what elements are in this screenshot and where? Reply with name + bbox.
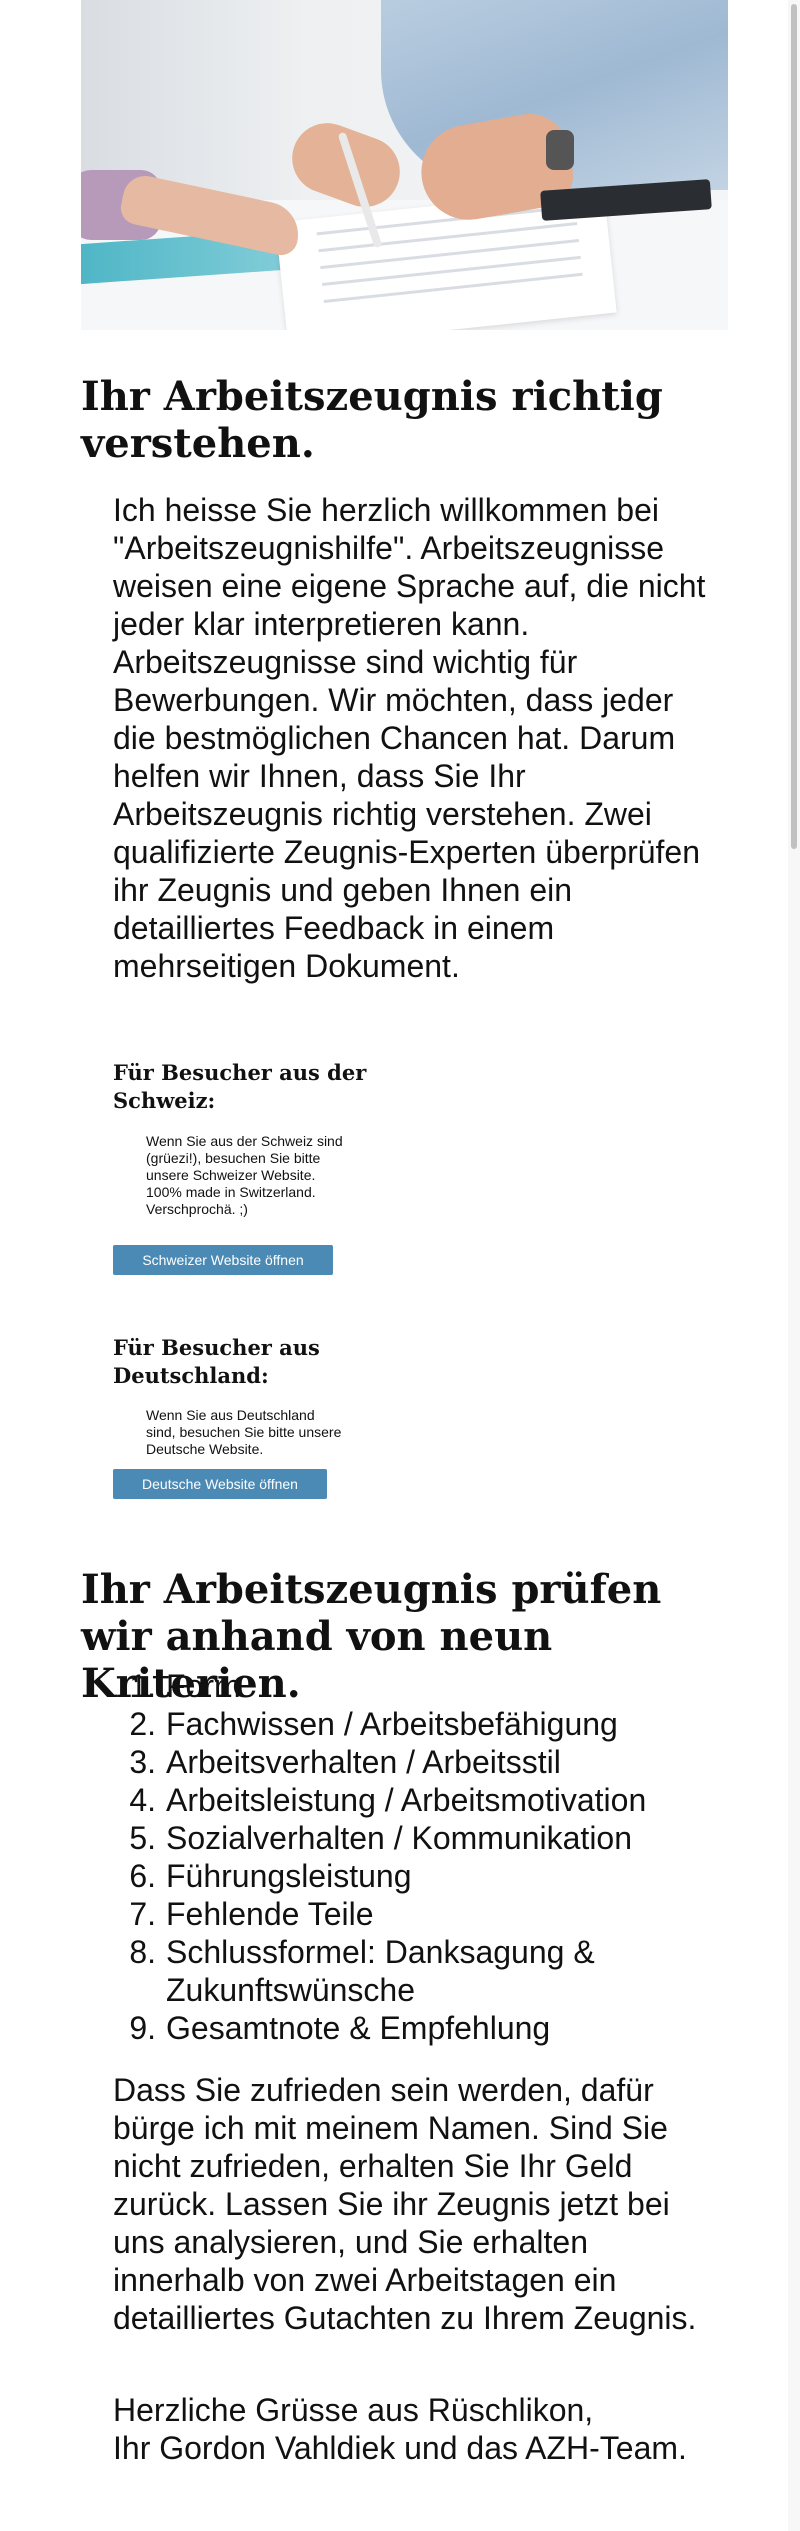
- criteria-item: 5. Sozialverhalten / Kommunikation: [113, 1819, 673, 1857]
- criteria-label: Form: [166, 1668, 241, 1704]
- switzerland-heading: Für Besucher aus der Schweiz:: [113, 1060, 367, 1113]
- germany-heading: Für Besucher aus Deutschland:: [113, 1335, 320, 1388]
- criteria-item: 6. Führungsleistung: [113, 1857, 673, 1895]
- criteria-label: Fehlende Teile: [166, 1896, 374, 1932]
- hero-photo: [81, 0, 728, 330]
- criteria-item: 4. Arbeitsleistung / Arbeitsmotivation: [113, 1781, 673, 1819]
- criteria-number: 9.: [129, 2010, 156, 2046]
- criteria-label: Schlussformel: Danksagung & Zukunftswüns…: [166, 1934, 595, 2008]
- signature: Herzliche Grüsse aus Rüschlikon, Ihr Gor…: [113, 2391, 713, 2467]
- criteria-number: 7.: [129, 1896, 156, 1932]
- criteria-number: 4.: [129, 1782, 156, 1818]
- criteria-label: Gesamtnote & Empfehlung: [166, 2010, 551, 2046]
- criteria-item: 3. Arbeitsverhalten / Arbeitsstil: [113, 1743, 673, 1781]
- criteria-item: 2. Fachwissen / Arbeitsbefähigung: [113, 1705, 673, 1743]
- criteria-list: 1. Form 2. Fachwissen / Arbeitsbefähigung 3.…: [113, 1667, 673, 2047]
- criteria-label: Arbeitsverhalten / Arbeitsstil: [166, 1744, 561, 1780]
- scrollbar-thumb[interactable]: [791, 4, 797, 849]
- criteria-number: 1.: [129, 1668, 156, 1704]
- switzerland-text: Wenn Sie aus der Schweiz sind (grüezi!),…: [146, 1133, 343, 1217]
- criteria-number: 6.: [129, 1858, 156, 1894]
- criteria-label: Sozialverhalten / Kommunikation: [166, 1820, 633, 1856]
- germany-text: Wenn Sie aus Deutschland sind, besuchen …: [146, 1407, 342, 1457]
- germany-website-button[interactable]: Deutsche Website öffnen: [113, 1469, 327, 1499]
- criteria-item: 9. Gesamtnote & Empfehlung: [113, 2009, 673, 2047]
- intro-text: Ich heisse Sie herzlich willkommen bei "…: [113, 492, 706, 984]
- criteria-item: 1. Form: [113, 1667, 673, 1705]
- criteria-item: 8. Schlussformel: Danksagung & Zukunftswü…: [113, 1933, 673, 2009]
- criteria-number: 8.: [129, 1934, 156, 1970]
- criteria-label: Arbeitsleistung / Arbeitsmotivation: [166, 1782, 647, 1818]
- photo-watch: [546, 130, 574, 170]
- switzerland-website-button[interactable]: Schweizer Website öffnen: [113, 1245, 333, 1275]
- criteria-number: 3.: [129, 1744, 156, 1780]
- guarantee-text: Dass Sie zufrieden sein werden, dafür bü…: [113, 2072, 697, 2336]
- vertical-scrollbar[interactable]: [788, 0, 800, 2531]
- signature-greeting: Herzliche Grüsse aus Rüschlikon,: [113, 2392, 594, 2428]
- criteria-item: 7. Fehlende Teile: [113, 1895, 673, 1933]
- signature-name: Ihr Gordon Vahldiek und das AZH-Team.: [113, 2430, 687, 2466]
- intro-title: Ihr Arbeitszeugnis richtig verstehen.: [81, 373, 663, 467]
- criteria-label: Fachwissen / Arbeitsbefähigung: [166, 1706, 618, 1742]
- criteria-number: 2.: [129, 1706, 156, 1742]
- criteria-number: 5.: [129, 1820, 156, 1856]
- criteria-label: Führungsleistung: [166, 1858, 412, 1894]
